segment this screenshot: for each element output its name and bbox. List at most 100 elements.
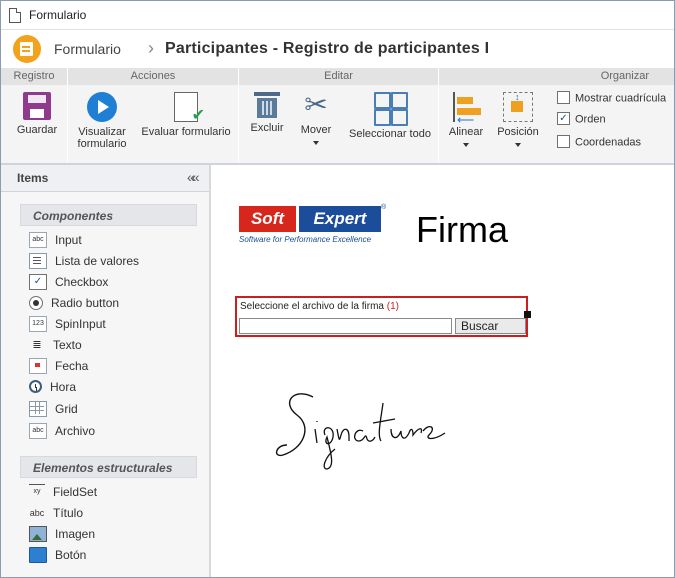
form-canvas[interactable]: Soft Expert ® Software for Performance E… — [211, 165, 674, 577]
required-marker: (1) — [386, 301, 399, 312]
signature-image[interactable] — [273, 383, 463, 473]
component-texto[interactable]: ≣ Texto — [29, 336, 82, 354]
seleccionar-todo-button[interactable]: Seleccionar todo — [345, 92, 435, 140]
file-icon: abc — [29, 422, 47, 439]
structural-imagen[interactable]: Imagen — [29, 525, 95, 543]
items-panel-header: Items «« — [1, 165, 209, 192]
logo-registered-mark: ® — [381, 204, 387, 211]
component-checkbox[interactable]: ✓ Checkbox — [29, 273, 108, 291]
evaluar-label: Evaluar formulario — [141, 126, 231, 138]
orden-checkbox[interactable]: ✓ Orden — [557, 112, 606, 126]
component-label: SpinInput — [55, 317, 106, 331]
posicion-label: Posición — [497, 126, 539, 138]
spin-input-icon: 123 — [29, 315, 47, 332]
image-icon — [29, 525, 47, 542]
component-spininput[interactable]: 123 SpinInput — [29, 315, 106, 333]
save-icon — [23, 92, 51, 120]
items-title: Items — [17, 171, 49, 185]
form-designer-window: Formulario Formulario › Participantes - … — [0, 0, 675, 578]
component-label: Lista de valores — [55, 254, 140, 268]
evaluate-document-icon — [174, 92, 205, 125]
excluir-button[interactable]: Excluir — [247, 92, 287, 134]
group-divider — [238, 68, 239, 163]
logo-expert-text: Expert — [299, 206, 381, 232]
component-label: Input — [55, 233, 82, 247]
logo-soft-text: Soft — [239, 206, 296, 232]
scissors-icon: ✂ — [304, 89, 328, 120]
title-icon: abc — [29, 507, 45, 518]
mostrar-cuadricula-label: Mostrar cuadrícula — [575, 92, 667, 105]
group-acciones-header: Acciones — [68, 68, 238, 85]
calendar-icon — [29, 357, 47, 374]
structural-titulo[interactable]: abc Título — [29, 504, 83, 522]
alinear-button[interactable]: ⟵ Alinear — [447, 92, 485, 147]
component-lista-de-valores[interactable]: Lista de valores — [29, 252, 139, 270]
document-icon — [9, 8, 21, 23]
component-label: Texto — [53, 338, 82, 352]
clock-icon — [29, 380, 42, 394]
resize-handle[interactable] — [524, 311, 531, 318]
mover-button[interactable]: ✂ Mover — [295, 90, 337, 145]
fieldset-icon: xy — [29, 484, 45, 499]
visualizar-formulario-button[interactable]: Visualizar formulario — [73, 92, 131, 150]
page-header: Formulario › Participantes - Registro de… — [1, 30, 674, 68]
title-bar: Formulario — [1, 1, 674, 30]
visualizar-label-2: formulario — [77, 138, 127, 150]
firma-heading[interactable]: Firma — [416, 209, 508, 251]
chevron-down-icon — [463, 143, 469, 147]
alinear-label: Alinear — [448, 126, 484, 138]
list-icon — [29, 252, 47, 269]
signature-file-field[interactable]: Seleccione el archivo de la firma (1) Bu… — [235, 296, 531, 337]
component-label: Fecha — [55, 359, 89, 373]
structural-label: Imagen — [55, 527, 96, 541]
component-grid[interactable]: Grid — [29, 400, 78, 418]
structural-label: Título — [53, 506, 84, 520]
trash-icon — [254, 92, 280, 118]
component-label: Checkbox — [55, 275, 109, 289]
component-label: Archivo — [55, 424, 96, 438]
radio-icon — [29, 295, 43, 310]
button-icon — [29, 546, 47, 563]
posicion-button[interactable]: ↕ Posición — [495, 92, 541, 147]
input-icon: abc — [29, 231, 47, 248]
guardar-button[interactable]: Guardar — [15, 92, 59, 136]
section-elementos-estructurales[interactable]: Elementos estructurales — [20, 456, 197, 478]
window-title: Formulario — [29, 8, 87, 22]
excluir-label: Excluir — [250, 122, 284, 134]
group-editar-header: Editar — [239, 68, 438, 85]
component-archivo[interactable]: abc Archivo — [29, 422, 95, 440]
component-label: Radio button — [51, 296, 120, 310]
checkbox-checked-icon: ✓ — [557, 112, 570, 125]
softexpert-logo[interactable]: Soft Expert ® Software for Performance E… — [239, 204, 387, 248]
breadcrumb-formulario[interactable]: Formulario — [54, 41, 121, 57]
checkbox-icon — [557, 135, 570, 148]
coordenadas-checkbox[interactable]: Coordenadas — [557, 135, 641, 149]
group-divider — [67, 68, 68, 163]
guardar-label: Guardar — [16, 124, 58, 136]
form-app-icon — [13, 35, 41, 63]
component-fecha[interactable]: Fecha — [29, 357, 88, 375]
structural-label: FieldSet — [53, 485, 98, 499]
component-radio-button[interactable]: Radio button — [29, 294, 119, 312]
collapse-icon[interactable]: «« — [187, 169, 199, 185]
group-divider — [438, 68, 439, 163]
structural-fieldset[interactable]: xy FieldSet — [29, 483, 97, 501]
buscar-button[interactable]: Buscar — [455, 318, 526, 334]
component-label: Grid — [55, 402, 78, 416]
structural-boton[interactable]: Botón — [29, 546, 86, 564]
position-icon: ↕ — [503, 92, 533, 122]
signature-file-input[interactable] — [239, 318, 452, 334]
component-hora[interactable]: Hora — [29, 378, 76, 396]
toolbar-ribbon: Registro Acciones Editar Organizar Guard… — [1, 68, 674, 165]
page-title: Participantes - Registro de participante… — [165, 40, 490, 57]
chevron-down-icon — [313, 141, 319, 145]
play-icon — [87, 92, 117, 122]
group-organizar-header: Organizar — [439, 68, 674, 85]
mostrar-cuadricula-checkbox[interactable]: Mostrar cuadrícula — [557, 91, 667, 105]
evaluar-formulario-button[interactable]: Evaluar formulario — [139, 92, 233, 138]
orden-label: Orden — [575, 113, 606, 126]
align-left-icon: ⟵ — [451, 92, 481, 126]
component-input[interactable]: abc Input — [29, 231, 82, 249]
seleccionar-label: Seleccionar todo — [349, 128, 431, 140]
section-componentes[interactable]: Componentes — [20, 204, 197, 226]
